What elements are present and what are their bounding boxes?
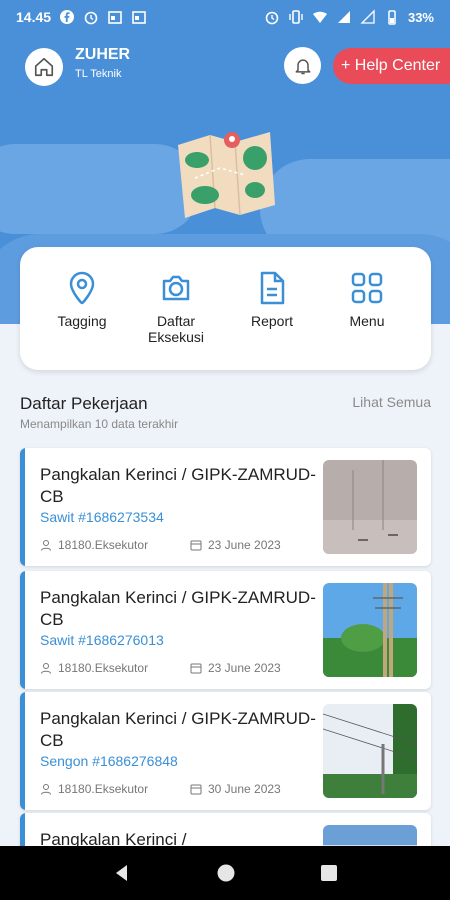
job-date: 23 June 2023: [208, 538, 281, 552]
job-date: 23 June 2023: [208, 661, 281, 675]
system-navigation-bar: [0, 846, 450, 900]
user-icon: [41, 663, 51, 674]
job-photo[interactable]: [323, 704, 417, 798]
grid-icon: [351, 272, 383, 304]
back-icon[interactable]: [112, 863, 132, 883]
status-bar: 14.45 33%: [0, 0, 450, 34]
status-time: 14.45: [16, 9, 52, 25]
calendar-app-icon-2: [132, 11, 146, 24]
job-title: Pangkalan Kerinci / GIPK-ZAMRUD-CB: [40, 588, 316, 629]
bell-icon: [295, 58, 310, 74]
cloud-decoration: [0, 144, 200, 234]
help-center-button[interactable]: + Help Center: [333, 48, 450, 84]
see-all-link[interactable]: Lihat Semua: [352, 394, 431, 410]
map-illustration: [178, 132, 275, 218]
card-accent: [20, 692, 25, 810]
executor-name: 18180.Eksekutor: [58, 538, 149, 552]
wifi-icon: [312, 11, 327, 23]
battery-level: 33%: [407, 9, 434, 25]
user-name: ZUHER: [75, 46, 131, 63]
calendar-icon: [190, 663, 202, 674]
card-accent: [20, 571, 25, 689]
menu-item-label: Daftar Eksekusi: [147, 313, 205, 345]
signal-icon: [337, 11, 350, 23]
job-code: Sawit #1686276013: [40, 632, 164, 648]
menu-item-tagging[interactable]: Tagging: [37, 271, 127, 329]
menu-item-label: Menu: [349, 313, 385, 329]
executor-info: 18180.Eksekutor: [40, 661, 148, 675]
home-nav-icon[interactable]: [216, 863, 236, 883]
recents-icon[interactable]: [320, 864, 338, 882]
section-title: Daftar Pekerjaan: [20, 394, 148, 413]
job-title: Pangkalan Kerinci / GIPK-ZAMRUD-CB: [40, 709, 316, 750]
signal-off-icon: [360, 9, 375, 24]
card-accent: [20, 448, 25, 566]
menu-item-report[interactable]: Report: [227, 271, 317, 329]
job-code: Sawit #1686273534: [40, 509, 164, 525]
calendar-icon: [190, 540, 202, 551]
date-info: 23 June 2023: [190, 661, 281, 675]
calendar-app-icon: [108, 11, 122, 24]
document-icon: [260, 271, 285, 305]
home-button[interactable]: [25, 48, 63, 86]
executor-info: 18180.Eksekutor: [40, 538, 148, 552]
executor-name: 18180.Eksekutor: [58, 782, 149, 796]
menu-item-daftar-eksekusi[interactable]: Daftar Eksekusi: [131, 271, 221, 345]
date-info: 23 June 2023: [190, 538, 281, 552]
vibrate-icon: [289, 10, 303, 24]
facebook-icon: [60, 10, 75, 24]
job-card[interactable]: Pangkalan Kerinci / GIPK-ZAMRUD-CB Sawit…: [20, 448, 431, 566]
job-photo[interactable]: [323, 583, 417, 677]
alarm-icon: [84, 11, 98, 25]
section-subtitle: Menampilkan 10 data terakhir: [20, 417, 179, 431]
quick-menu-card: Tagging Daftar Eksekusi Report Menu: [20, 247, 431, 370]
home-icon: [34, 57, 54, 77]
battery-icon: [388, 10, 396, 25]
user-icon: [41, 540, 51, 551]
location-pin-icon: [69, 271, 95, 305]
job-card[interactable]: Pangkalan Kerinci / GIPK-ZAMRUD-CB Sengo…: [20, 692, 431, 810]
calendar-icon: [190, 784, 202, 795]
user-role: TL Teknik: [75, 68, 122, 80]
job-date: 30 June 2023: [208, 782, 281, 796]
job-photo[interactable]: [323, 460, 417, 554]
menu-item-label: Report: [250, 313, 294, 329]
notification-button[interactable]: [284, 47, 321, 84]
job-code: Sengon #1686276848: [40, 753, 178, 769]
menu-item-menu[interactable]: Menu: [322, 271, 412, 329]
user-icon: [41, 784, 51, 795]
menu-item-label: Tagging: [57, 313, 107, 329]
job-title: Pangkalan Kerinci / GIPK-ZAMRUD-CB: [40, 465, 316, 506]
camera-icon: [162, 275, 190, 301]
alarm-icon: [265, 11, 279, 25]
date-info: 30 June 2023: [190, 782, 281, 796]
job-card[interactable]: Pangkalan Kerinci / GIPK-ZAMRUD-CB Sawit…: [20, 571, 431, 689]
executor-info: 18180.Eksekutor: [40, 782, 148, 796]
executor-name: 18180.Eksekutor: [58, 661, 149, 675]
